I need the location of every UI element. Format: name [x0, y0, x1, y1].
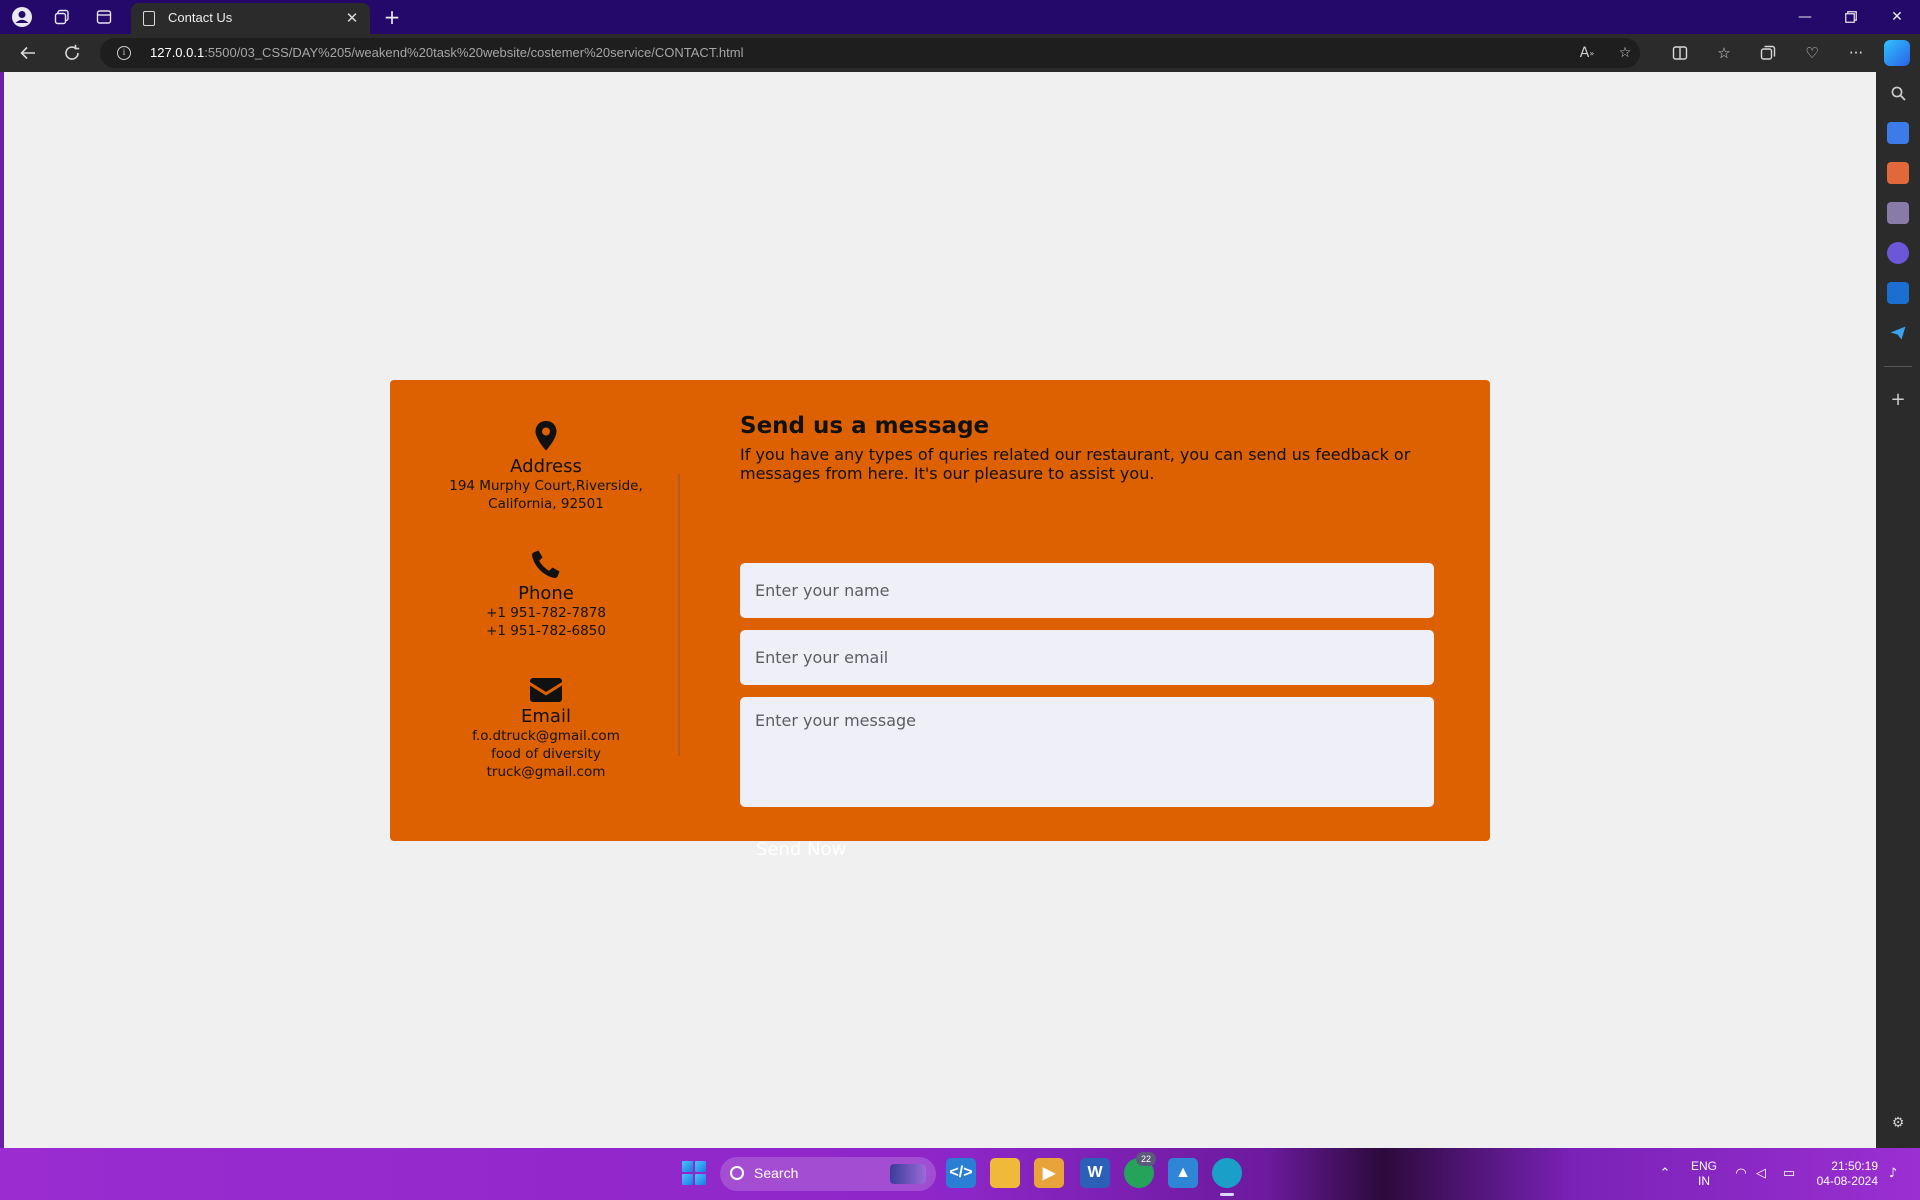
windows-start-icon[interactable] — [682, 1161, 706, 1185]
form-description: If you have any types of quries related … — [740, 445, 1411, 483]
notification-bell-icon[interactable]: ♪ — [1884, 1164, 1902, 1182]
windows-taskbar: Search </> ▶ W 22 ▲ ⌃ ENG IN ◠ ◁ ▭ 21:50… — [0, 1148, 1920, 1200]
email-line-2: food of diversity — [491, 746, 601, 762]
shopping-tag-icon[interactable] — [1887, 122, 1909, 144]
browser-sidebar: + ⚙ — [1876, 72, 1920, 1148]
minimize-icon[interactable]: — — [1782, 0, 1828, 34]
search-icon — [730, 1166, 744, 1180]
restore-icon[interactable] — [1828, 0, 1874, 34]
back-icon[interactable] — [16, 41, 40, 65]
sidebar-separator — [1884, 366, 1912, 367]
search-highlight-image — [890, 1164, 926, 1184]
close-tab-icon[interactable]: ✕ — [342, 8, 362, 28]
url-path: :5500/03_CSS/DAY%205/weakend%20task%20we… — [204, 45, 744, 60]
address-bar[interactable]: i 127.0.0.1:5500/03_CSS/DAY%205/weakend%… — [100, 38, 1640, 68]
tools-icon[interactable] — [1887, 162, 1909, 184]
show-hidden-icons-icon[interactable]: ⌃ — [1656, 1164, 1674, 1182]
favorites-icon[interactable]: ☆ — [1712, 41, 1736, 65]
more-options-icon[interactable]: ··· — [1844, 41, 1868, 65]
word-icon[interactable]: W — [1080, 1158, 1110, 1188]
battery-icon[interactable]: ▭ — [1780, 1164, 1798, 1182]
sidebar-search-icon[interactable] — [1887, 82, 1909, 104]
site-info-icon[interactable]: i — [117, 46, 131, 60]
phone-line-2: +1 951-782-6850 — [486, 623, 606, 639]
taskbar-search[interactable]: Search — [720, 1157, 936, 1191]
vertical-tabs-icon[interactable] — [92, 5, 116, 29]
phone-line-1: +1 951-782-7878 — [486, 605, 606, 621]
tab-contact-us[interactable]: Contact Us ✕ — [131, 3, 370, 34]
taskbar-search-label: Search — [754, 1165, 799, 1181]
profile-icon[interactable] — [10, 5, 34, 29]
contact-card: Address 194 Murphy Court,Riverside, Cali… — [390, 380, 1490, 860]
url-text[interactable]: 127.0.0.1:5500/03_CSS/DAY%205/weakend%20… — [150, 45, 744, 60]
drop-send-icon[interactable] — [1887, 322, 1909, 344]
photos-icon[interactable]: ▲ — [1168, 1158, 1198, 1188]
clock-time: 21:50:19 — [1831, 1159, 1878, 1173]
address-line-1: 194 Murphy Court,Riverside, — [449, 478, 643, 494]
email-line-1: f.o.dtruck@gmail.com — [472, 728, 620, 744]
split-screen-icon[interactable] — [1668, 41, 1692, 65]
browser-essentials-icon[interactable]: ♡ — [1800, 41, 1824, 65]
map-pin-icon — [535, 421, 557, 451]
language-line-1: ENG — [1690, 1159, 1717, 1173]
wifi-icon[interactable]: ◠ — [1732, 1164, 1750, 1182]
clock-date: 04-08-2024 — [1816, 1174, 1878, 1188]
vertical-divider — [678, 474, 680, 756]
send-now-button[interactable]: Send Now — [740, 829, 866, 869]
read-aloud-icon[interactable]: A» — [1576, 42, 1598, 64]
language-indicator[interactable]: ENG IN — [1688, 1159, 1720, 1189]
file-explorer-icon[interactable] — [990, 1158, 1020, 1188]
close-window-icon[interactable]: ✕ — [1874, 0, 1920, 34]
vscode-icon[interactable]: </> — [946, 1158, 976, 1188]
language-line-2: IN — [1698, 1174, 1710, 1188]
form-title: Send us a message — [740, 413, 990, 439]
edge-icon[interactable] — [1212, 1158, 1242, 1188]
address-line-2: California, 92501 — [488, 496, 604, 512]
copilot-icon[interactable] — [1884, 40, 1910, 66]
tab-title: Contact Us — [168, 10, 233, 25]
phone-heading: Phone — [518, 583, 574, 604]
email-block: Email f.o.dtruck@gmail.com food of diver… — [390, 678, 702, 781]
page-icon — [143, 11, 155, 26]
volume-icon[interactable]: ◁ — [1752, 1164, 1770, 1182]
browser-title-bar: Contact Us ✕ + — ✕ — [0, 0, 1920, 34]
games-icon[interactable] — [1887, 202, 1909, 224]
address-heading: Address — [510, 456, 582, 477]
edge-active-indicator — [1220, 1193, 1234, 1196]
refresh-icon[interactable] — [60, 41, 84, 65]
envelope-icon — [530, 678, 562, 702]
email-line-3: truck@gmail.com — [486, 764, 606, 780]
favorite-star-icon[interactable]: ☆ — [1614, 42, 1636, 64]
browser-toolbar: i 127.0.0.1:5500/03_CSS/DAY%205/weakend%… — [0, 34, 1920, 72]
collections-icon[interactable] — [1756, 41, 1780, 65]
microsoft-365-icon[interactable] — [1887, 242, 1909, 264]
add-sidebar-app-icon[interactable]: + — [1887, 388, 1909, 410]
outlook-icon[interactable] — [1887, 282, 1909, 304]
new-tab-icon[interactable]: + — [380, 5, 404, 29]
whatsapp-badge: 22 — [1136, 1152, 1156, 1166]
url-host: 127.0.0.1 — [150, 45, 205, 60]
message-textarea[interactable] — [740, 697, 1434, 807]
page-viewport: Address 194 Murphy Court,Riverside, Cali… — [4, 72, 1876, 1148]
clock[interactable]: 21:50:19 04-08-2024 — [1808, 1159, 1878, 1189]
name-input[interactable] — [740, 563, 1434, 618]
email-input[interactable] — [740, 630, 1434, 685]
media-player-icon[interactable]: ▶ — [1034, 1158, 1064, 1188]
workspaces-icon[interactable] — [50, 5, 74, 29]
phone-icon — [532, 550, 560, 578]
address-block: Address 194 Murphy Court,Riverside, Cali… — [390, 420, 702, 513]
email-heading: Email — [521, 706, 571, 727]
contact-info-column: Address 194 Murphy Court,Riverside, Cali… — [390, 380, 702, 841]
sidebar-settings-icon[interactable]: ⚙ — [1887, 1112, 1909, 1134]
phone-block: Phone +1 951-782-7878 +1 951-782-6850 — [390, 549, 702, 640]
